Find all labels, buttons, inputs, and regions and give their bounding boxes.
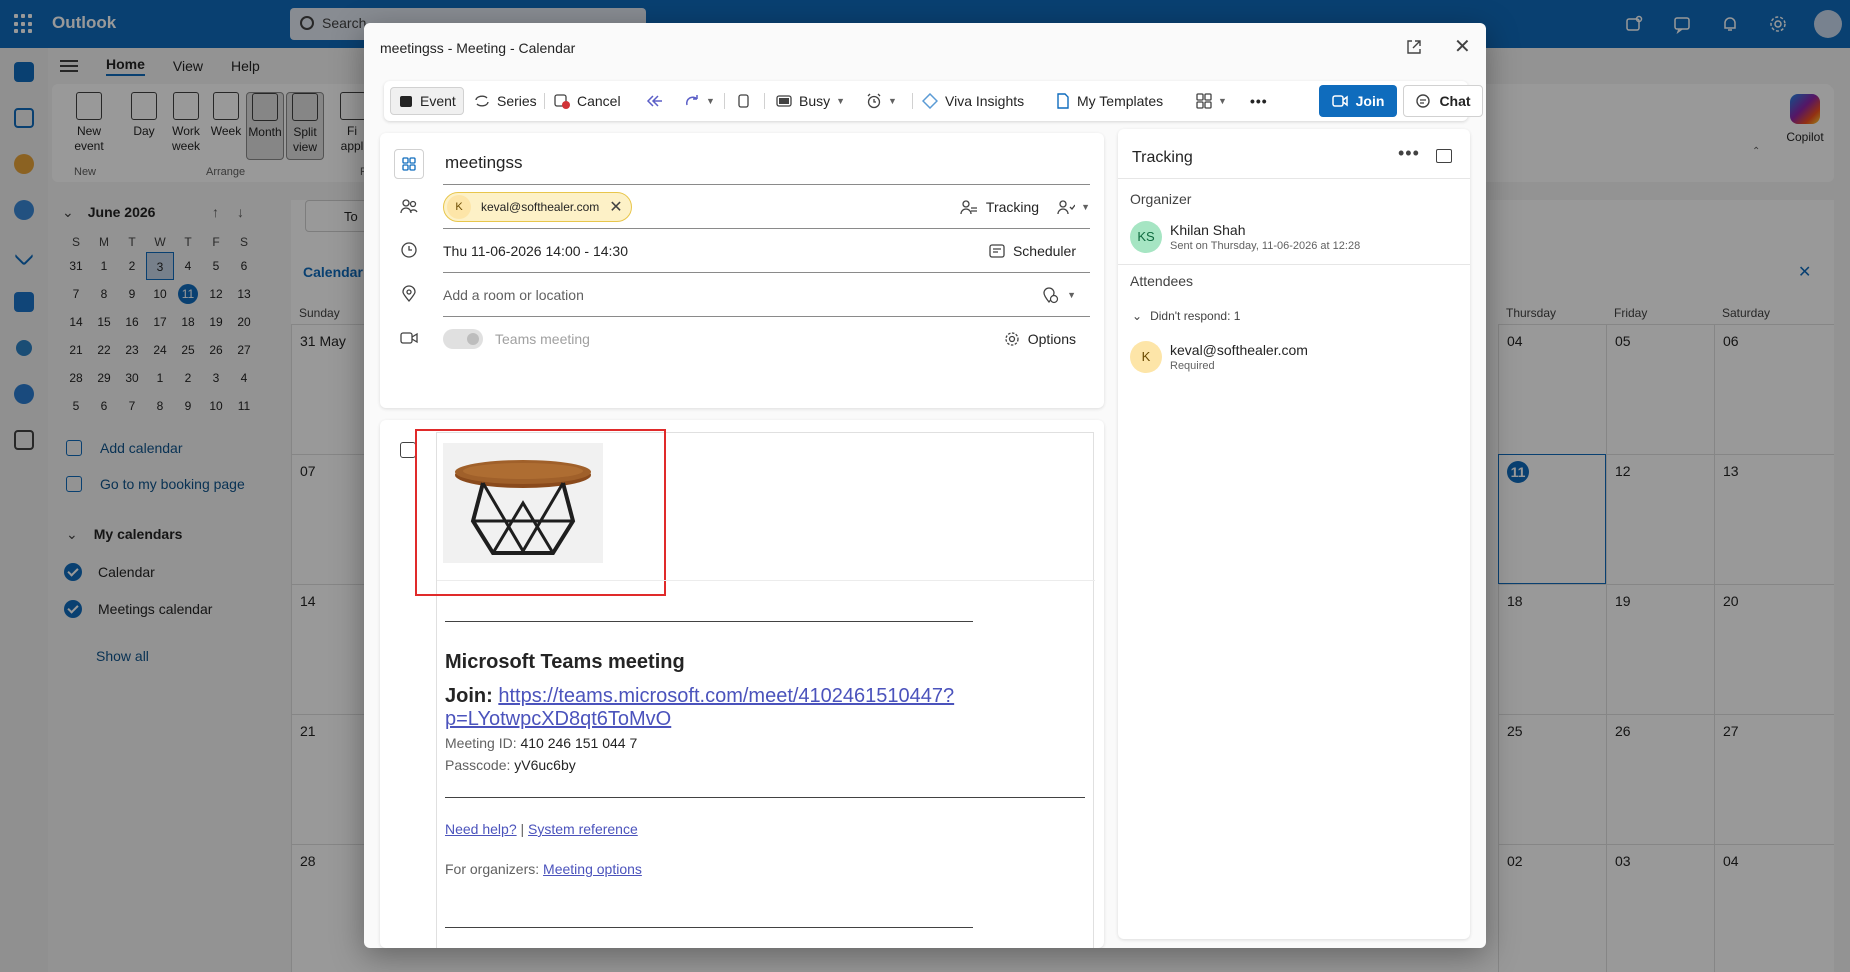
- reply-all-icon[interactable]: [646, 87, 664, 115]
- meeting-datetime[interactable]: Thu 11-06-2026 14:00 - 14:30: [443, 243, 628, 259]
- organizer-sent: Sent on Thursday, 11-06-2026 at 12:28: [1170, 239, 1361, 252]
- meeting-form: meetingss K keval@softhealer.com ✕ Track…: [380, 133, 1104, 408]
- tracking-header: Tracking: [1132, 149, 1193, 166]
- attendee-email: keval@softhealer.com: [481, 199, 600, 214]
- system-reference-link[interactable]: System reference: [528, 821, 638, 837]
- meeting-id: 410 246 151 044 7: [520, 735, 638, 751]
- attendees-field[interactable]: K keval@softhealer.com ✕ Tracking ▼: [443, 185, 1090, 229]
- scheduler-button[interactable]: Scheduler: [989, 243, 1076, 259]
- more-options-icon[interactable]: •••: [1250, 87, 1268, 115]
- viva-insights-button[interactable]: Viva Insights: [922, 87, 1024, 115]
- templates-icon: [1056, 93, 1070, 109]
- teams-meeting-label: Teams meeting: [495, 331, 590, 347]
- event-button[interactable]: Event: [390, 87, 464, 115]
- meeting-options-link[interactable]: Meeting options: [543, 861, 642, 877]
- meeting-dialog: meetingss - Meeting - Calendar ✕ Event S…: [364, 23, 1486, 948]
- reminder-alarm-icon[interactable]: ▼: [866, 87, 897, 115]
- series-icon: [474, 94, 490, 108]
- passcode-line: Passcode: yV6uc6by: [445, 757, 576, 773]
- join-url-link[interactable]: https://teams.microsoft.com/meet/4102461…: [445, 685, 954, 730]
- organizer-label: Organizer: [1130, 191, 1192, 207]
- attendee-avatar: K: [1130, 341, 1162, 373]
- organizer-person[interactable]: KS Khilan Shah Sent on Thursday, 11-06-2…: [1130, 221, 1360, 253]
- meeting-toolbar: Event Series Cancel ▼ Busy ▼ ▼ Viva Insig…: [384, 81, 1483, 121]
- remove-attendee-icon[interactable]: ✕: [609, 197, 622, 217]
- organizers-line: For organizers: Meeting options: [445, 861, 642, 877]
- video-camera-icon: [400, 332, 418, 344]
- organizer-name: Khilan Shah: [1170, 221, 1246, 238]
- dock-pane-icon[interactable]: [1436, 149, 1452, 163]
- help-line: Need help? | System reference: [445, 821, 638, 837]
- didnt-respond-group[interactable]: ⌄ Didn't respond: 1: [1132, 309, 1240, 323]
- people-icon: [960, 199, 977, 214]
- options-button[interactable]: Options: [1004, 331, 1076, 347]
- body-editor[interactable]: Microsoft Teams meeting Join: https://te…: [415, 429, 1095, 948]
- calendar-icon: [399, 94, 413, 108]
- close-dialog-icon[interactable]: ✕: [1454, 37, 1471, 57]
- join-link-line: Join: https://teams.microsoft.com/meet/4…: [445, 685, 955, 730]
- tracking-button[interactable]: Tracking: [960, 199, 1039, 215]
- datetime-field[interactable]: Thu 11-06-2026 14:00 - 14:30 Scheduler: [443, 229, 1090, 273]
- teams-heading: Microsoft Teams meeting: [445, 651, 685, 673]
- attendees-label: Attendees: [1130, 273, 1194, 289]
- teams-meeting-toggle[interactable]: [443, 329, 483, 349]
- clock-icon: [401, 242, 417, 258]
- cancel-meeting-button[interactable]: Cancel: [554, 87, 621, 115]
- video-icon: [1331, 95, 1348, 107]
- popout-icon[interactable]: [1406, 39, 1422, 55]
- attendee-chip[interactable]: K keval@softhealer.com ✕: [443, 191, 632, 222]
- series-button[interactable]: Series: [474, 87, 537, 115]
- my-templates-button[interactable]: My Templates: [1056, 87, 1163, 115]
- location-pin-icon: [402, 285, 416, 303]
- location-field[interactable]: Add a room or location ▼: [443, 273, 1090, 317]
- chat-button[interactable]: Chat: [1403, 85, 1483, 117]
- notes-icon: [400, 442, 416, 458]
- status-icon: [776, 94, 792, 108]
- more-options-icon[interactable]: •••: [1398, 143, 1420, 164]
- room-finder-icon[interactable]: ▼: [1041, 286, 1076, 304]
- title-field[interactable]: meetingss: [443, 141, 1090, 185]
- category-icon[interactable]: [394, 149, 424, 179]
- image-selection-frame: [415, 429, 666, 596]
- attendee-avatar: K: [447, 194, 471, 219]
- need-help-link[interactable]: Need help?: [445, 821, 517, 837]
- scheduler-icon: [989, 243, 1005, 258]
- apps-grid-icon[interactable]: ▼: [1196, 87, 1227, 115]
- gear-icon: [1005, 332, 1019, 346]
- organizer-avatar: KS: [1130, 221, 1162, 253]
- location-placeholder: Add a room or location: [443, 286, 584, 303]
- teams-meeting-row: Teams meeting Options: [443, 317, 1090, 361]
- cancel-calendar-icon: [554, 93, 570, 109]
- busy-status-button[interactable]: Busy ▼: [776, 87, 845, 115]
- forward-icon[interactable]: ▼: [684, 87, 715, 115]
- dialog-title: meetingss - Meeting - Calendar: [380, 40, 576, 56]
- copy-icon[interactable]: [736, 87, 750, 115]
- chat-icon: [1415, 93, 1431, 109]
- viva-insights-icon: [922, 93, 938, 109]
- passcode: yV6uc6by: [514, 757, 576, 773]
- tracking-pane: Tracking ••• Organizer KS Khilan Shah Se…: [1118, 129, 1470, 939]
- attendee-role: Required: [1170, 359, 1215, 372]
- meeting-id-line: Meeting ID: 410 246 151 044 7: [445, 735, 638, 751]
- chevron-down-icon: ⌄: [1132, 309, 1143, 323]
- attendees-icon: [400, 199, 418, 214]
- join-button[interactable]: Join: [1319, 85, 1397, 117]
- response-options-icon[interactable]: ▼: [1057, 199, 1090, 215]
- meeting-title[interactable]: meetingss: [443, 153, 522, 173]
- meeting-body: Microsoft Teams meeting Join: https://te…: [380, 420, 1104, 948]
- attendee-person[interactable]: K keval@softhealer.com Required: [1130, 341, 1308, 373]
- attendee-email: keval@softhealer.com: [1170, 341, 1308, 358]
